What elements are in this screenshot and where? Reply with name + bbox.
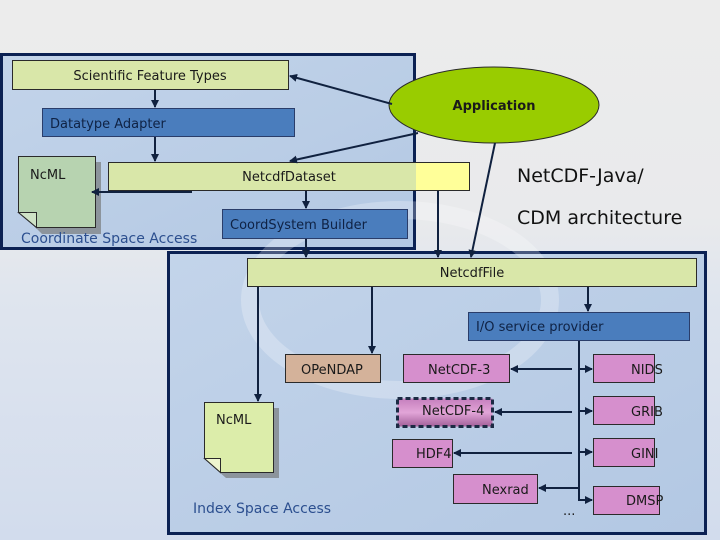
io-service-provider-label: I/O service provider [476,320,604,335]
architecture-diagram: Scientific Feature Types Datatype Adapte… [0,53,707,535]
more-ellipsis: ... [563,504,575,519]
index-space-caption: Index Space Access [193,501,331,517]
coordinate-space-caption: Coordinate Space Access [21,231,197,247]
coord-system-builder-label: CoordSystem Builder [230,218,368,233]
scientific-feature-types-label: Scientific Feature Types [73,69,227,84]
iosp-netcdf3-label: NetCDF-3 [428,363,490,378]
title-line-1: NetCDF-Java/ [517,165,644,187]
ncml-top-label: NcML [30,168,66,183]
arrow-app-to-file [468,142,496,258]
iosp-hdf4-label: HDF4 [416,447,452,462]
netcdf-file-label: NetcdfFile [440,266,505,281]
iosp-grib-label: GRIB [631,405,663,420]
iosp-gini-label: GINI [631,447,658,462]
iosp-dmsp-label: DMSP [626,494,663,509]
ncml-bottom-label: NcML [216,413,252,428]
iosp-nexrad-label: Nexrad [482,483,529,498]
netcdf-dataset-label: NetcdfDataset [242,170,336,185]
opendap-label: OPeNDAP [301,363,363,378]
datatype-adapter-label: Datatype Adapter [50,117,166,132]
netcdf-dataset-highlight [416,163,469,190]
application-label: Application [453,99,536,114]
iosp-nids-label: NIDS [631,363,663,378]
iosp-netcdf4-label: NetCDF-4 [422,404,484,419]
title-line-2: CDM architecture [517,207,682,229]
